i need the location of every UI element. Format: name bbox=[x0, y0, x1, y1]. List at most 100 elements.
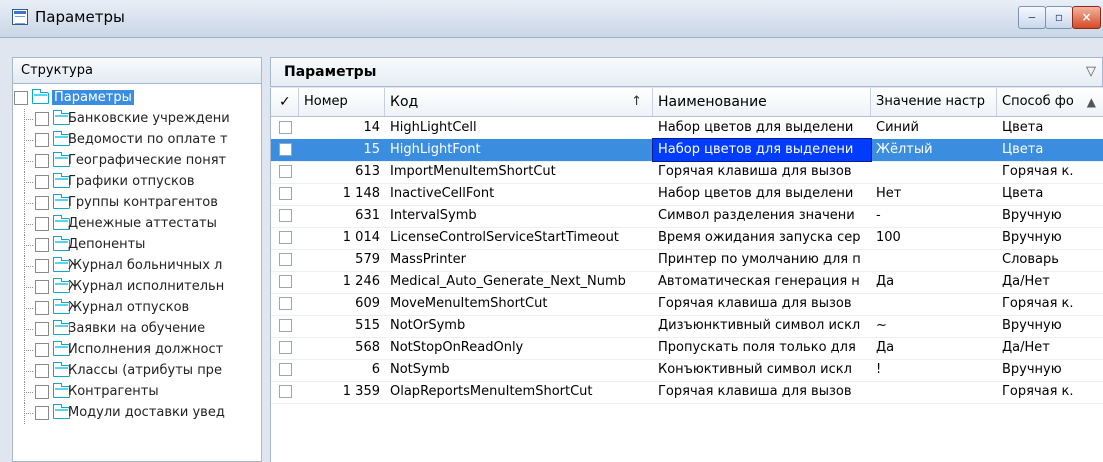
tree-item-checkbox[interactable] bbox=[35, 322, 49, 336]
tree-branch bbox=[24, 350, 33, 351]
row-checkbox[interactable] bbox=[279, 275, 292, 288]
table-row[interactable]: 1 246 Medical_Auto_Generate_Next_Numb Авто… bbox=[271, 271, 1103, 294]
tree-item-label: Журнал отпусков bbox=[68, 300, 190, 315]
table-row[interactable]: 15 HighLightFont Набор цветов для выделени… bbox=[271, 138, 1103, 162]
row-value bbox=[871, 293, 997, 315]
row-checkbox[interactable] bbox=[279, 143, 292, 156]
folder-icon bbox=[32, 89, 49, 104]
tree-item-checkbox[interactable] bbox=[35, 217, 49, 231]
row-number: 613 bbox=[355, 164, 380, 179]
row-checkbox[interactable] bbox=[279, 165, 292, 178]
table-row[interactable]: 609 MoveMenuItemShortCut Горячая клавиша д… bbox=[271, 293, 1103, 316]
tree-branch bbox=[24, 161, 33, 162]
tree-item[interactable]: Банковские учреждени bbox=[12, 109, 262, 130]
row-checkbox[interactable] bbox=[279, 231, 292, 244]
table-row[interactable]: 14 HighLightCell Набор цветов для выделени… bbox=[271, 117, 1103, 140]
tree-item[interactable]: Заявки на обучение bbox=[12, 319, 262, 340]
tree-item[interactable]: Депоненты bbox=[12, 235, 262, 256]
row-checkbox[interactable] bbox=[279, 121, 292, 134]
column-name-header[interactable]: Наименование bbox=[653, 88, 871, 116]
tree-item[interactable]: Контрагенты bbox=[12, 382, 262, 403]
row-checkbox[interactable] bbox=[279, 297, 292, 310]
tree-item-label: Модули доставки увед bbox=[68, 405, 225, 420]
row-code: OlapReportsMenuItemShortCut bbox=[390, 384, 593, 399]
row-code: MassPrinter bbox=[390, 252, 466, 267]
tree-item[interactable]: Классы (атрибуты пре bbox=[12, 361, 262, 382]
filter-icon[interactable]: ▽ bbox=[1086, 64, 1096, 79]
row-name: Набор цветов для выделени bbox=[658, 186, 854, 201]
tree-item-parameters[interactable]: Параметры bbox=[12, 88, 262, 109]
tree-item-checkbox[interactable] bbox=[35, 301, 49, 315]
row-code: InactiveCellFont bbox=[390, 186, 495, 201]
row-number: 579 bbox=[355, 252, 380, 267]
table-row[interactable]: 568 NotStopOnReadOnly Пропускать поля толь… bbox=[271, 337, 1103, 360]
close-button[interactable]: × bbox=[1072, 6, 1101, 29]
row-method: Цвета bbox=[1002, 186, 1044, 201]
tree-item[interactable]: Исполнения должност bbox=[12, 340, 262, 361]
table-row[interactable]: 579 MassPrinter Принтер по умолчанию для п… bbox=[271, 249, 1103, 272]
parameters-table: ✓ Номер Код ↑ Наименование Значение настр… bbox=[270, 88, 1103, 462]
row-checkbox[interactable] bbox=[279, 363, 292, 376]
table-row[interactable]: 515 NotOrSymb Дизъюнктивный символ искл ~ Вр… bbox=[271, 315, 1103, 338]
tree-item[interactable]: Журнал исполнительн bbox=[12, 277, 262, 298]
tree-item-checkbox[interactable] bbox=[14, 91, 28, 105]
row-name: Принтер по умолчанию для п bbox=[658, 252, 861, 267]
row-code: HighLightFont bbox=[390, 142, 481, 157]
tree-item-checkbox[interactable] bbox=[35, 175, 49, 189]
row-checkbox[interactable] bbox=[279, 341, 292, 354]
tree-item-checkbox[interactable] bbox=[35, 364, 49, 378]
row-checkbox[interactable] bbox=[279, 319, 292, 332]
tree-branch bbox=[24, 308, 33, 309]
maximize-button[interactable]: ▫ bbox=[1045, 6, 1073, 29]
tree-item[interactable]: Ведомости по оплате т bbox=[12, 130, 262, 151]
tree-item-checkbox[interactable] bbox=[35, 238, 49, 252]
column-code-header[interactable]: Код ↑ bbox=[385, 88, 653, 116]
column-number-header[interactable]: Номер bbox=[299, 88, 385, 116]
tree-item[interactable]: Географические понят bbox=[12, 151, 262, 172]
tree-item-checkbox[interactable] bbox=[35, 406, 49, 420]
table-row[interactable]: 631 IntervalSymb Символ разделения значени… bbox=[271, 205, 1103, 228]
row-value bbox=[871, 161, 997, 183]
tree-item-checkbox[interactable] bbox=[35, 280, 49, 294]
tree-item[interactable]: Журнал больничных л bbox=[12, 256, 262, 277]
tree-item[interactable]: Модули доставки увед bbox=[12, 403, 262, 424]
row-method: Горячая к. bbox=[1002, 164, 1074, 179]
tree-item[interactable]: Графики отпусков bbox=[12, 172, 262, 193]
row-number: 15 bbox=[363, 142, 380, 157]
minimize-button[interactable]: ‒ bbox=[1018, 6, 1046, 29]
tree-item[interactable]: Журнал отпусков bbox=[12, 298, 262, 319]
table-row[interactable]: 1 148 InactiveCellFont Набор цветов для вы… bbox=[271, 183, 1103, 206]
tree-item-label: Банковские учреждени bbox=[68, 111, 230, 126]
row-number: 1 014 bbox=[342, 230, 380, 245]
scroll-up-icon[interactable]: ▲ bbox=[1087, 88, 1096, 116]
tree-item-checkbox[interactable] bbox=[35, 196, 49, 210]
tree-item-checkbox[interactable] bbox=[35, 259, 49, 273]
column-value-header[interactable]: Значение настр bbox=[871, 88, 997, 116]
tree-item-checkbox[interactable] bbox=[35, 385, 49, 399]
tree-item-checkbox[interactable] bbox=[35, 133, 49, 147]
row-checkbox[interactable] bbox=[279, 187, 292, 200]
tree-item-label: Журнал больничных л bbox=[68, 258, 223, 273]
row-value: Да bbox=[876, 274, 895, 289]
row-checkbox[interactable] bbox=[279, 253, 292, 266]
tree-item-checkbox[interactable] bbox=[35, 343, 49, 357]
tree-item-checkbox[interactable] bbox=[35, 112, 49, 126]
row-checkbox[interactable] bbox=[279, 385, 292, 398]
column-method-header[interactable]: Способ фо ▲ bbox=[997, 88, 1103, 116]
column-check-header[interactable]: ✓ bbox=[271, 88, 299, 116]
tree-item[interactable]: Группы контрагентов bbox=[12, 193, 262, 214]
tree-item[interactable]: Денежные аттестаты bbox=[12, 214, 262, 235]
tree-branch bbox=[24, 371, 33, 372]
tree-branch bbox=[24, 203, 33, 204]
tree-item-label: Ведомости по оплате т bbox=[68, 132, 228, 147]
row-number: 14 bbox=[363, 120, 380, 135]
table-row[interactable]: 613 ImportMenuItemShortCut Горячая клавиша… bbox=[271, 161, 1103, 184]
tree-item-checkbox[interactable] bbox=[35, 154, 49, 168]
row-code: NotOrSymb bbox=[390, 318, 466, 333]
table-row[interactable]: 1 014 LicenseControlServiceStartTimeout Вр… bbox=[271, 227, 1103, 250]
row-checkbox[interactable] bbox=[279, 209, 292, 222]
row-value bbox=[871, 381, 997, 403]
table-row[interactable]: 1 359 OlapReportsMenuItemShortCut Горячая … bbox=[271, 381, 1103, 404]
table-row[interactable]: 6 NotSymb Конъюктивный символ искл! Вручную bbox=[271, 359, 1103, 382]
row-name: Время ожидания запуска сер bbox=[658, 230, 861, 245]
